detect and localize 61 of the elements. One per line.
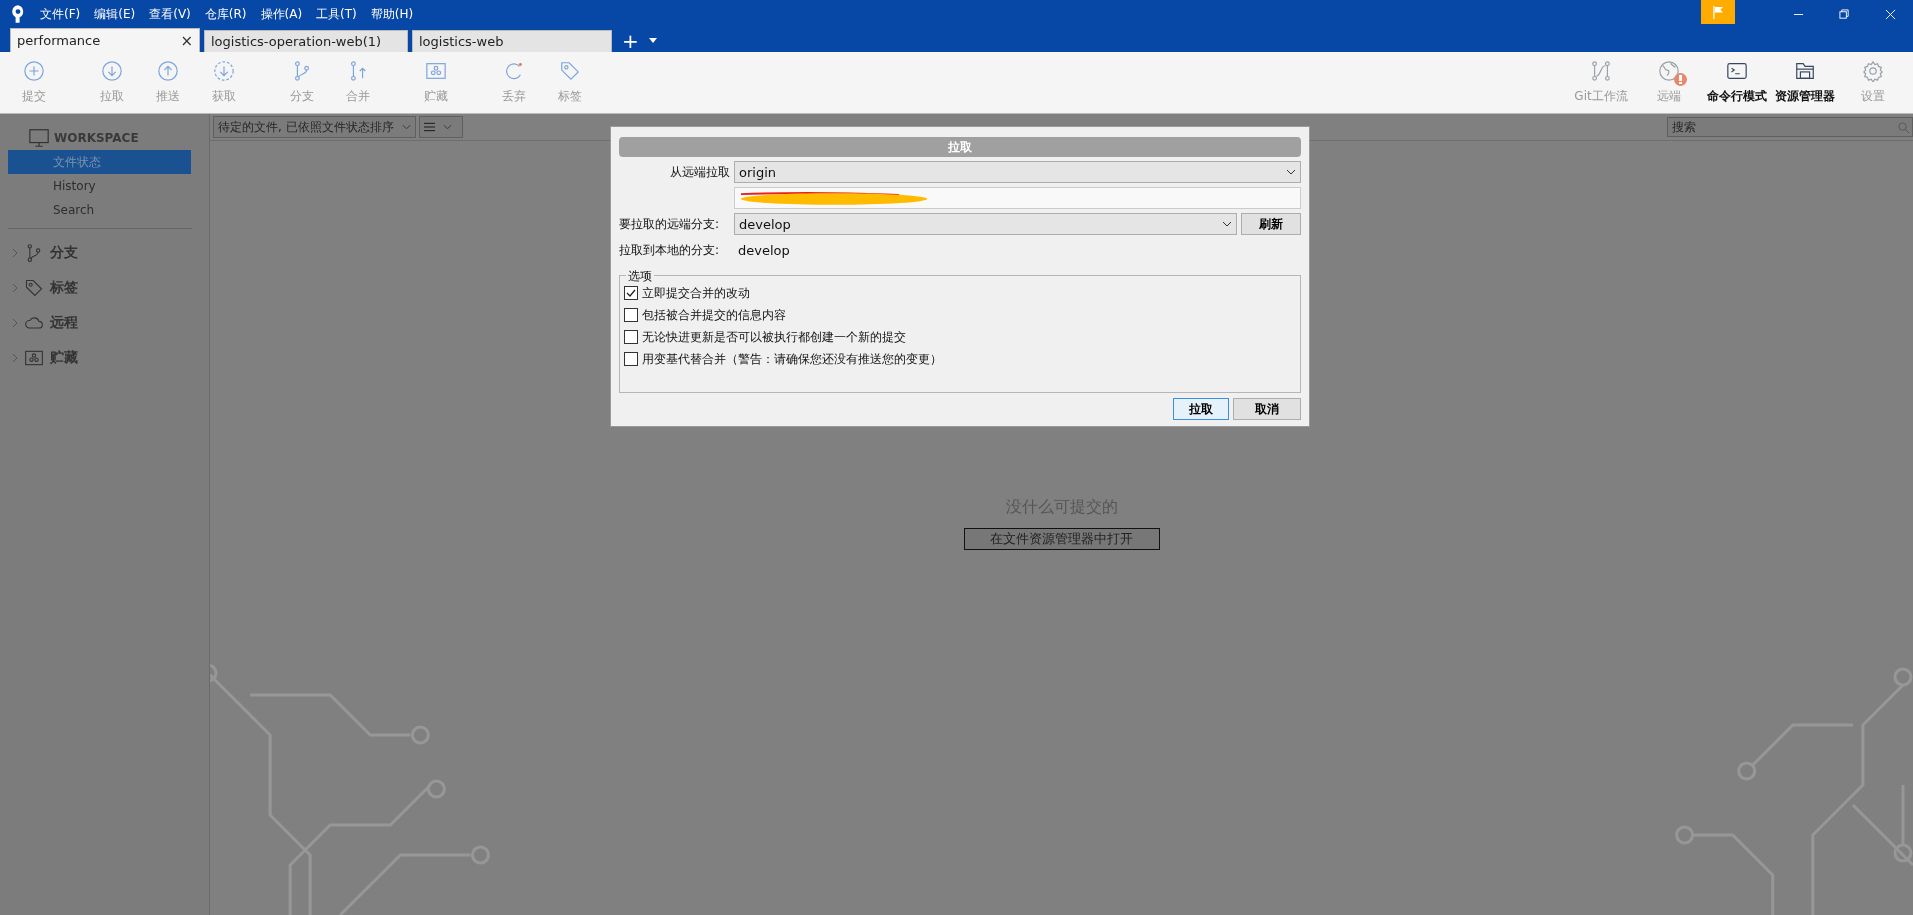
- flag-icon: [1712, 5, 1724, 19]
- restore-icon[interactable]: [1838, 8, 1850, 20]
- refresh-arrow-icon: [503, 60, 525, 82]
- close-icon[interactable]: [1884, 8, 1896, 20]
- add-tab-button[interactable]: +: [622, 30, 639, 52]
- refresh-button[interactable]: 刷新: [1241, 213, 1301, 235]
- checkbox-label[interactable]: 用变基代替合并（警告：请确保您还没有推送您的变更）: [642, 350, 942, 368]
- group-title: 选项: [626, 268, 654, 285]
- tab[interactable]: logistics-web: [412, 30, 612, 52]
- chevron-down-icon: [1222, 221, 1232, 227]
- settings-icon: [1862, 60, 1884, 82]
- local-branch-value: develop: [737, 242, 790, 258]
- dialog-button[interactable]: 取消: [1233, 398, 1301, 420]
- tag-icon: [24, 277, 44, 298]
- flow-icon: [1590, 60, 1612, 82]
- dialog-title: 拉取: [619, 137, 1301, 157]
- view-dropdown[interactable]: [418, 116, 463, 138]
- checkbox-label[interactable]: 无论快进更新是否可以被执行都创建一个新的提交: [642, 328, 906, 346]
- menu-item[interactable]: 查看(V): [149, 5, 191, 23]
- close-tab-button[interactable]: ×: [172, 31, 193, 50]
- open-in-explorer-button[interactable]: 在文件资源管理器中打开: [963, 528, 1160, 550]
- plus-circle-icon: [23, 60, 45, 82]
- menu-item[interactable]: 仓库(R): [204, 5, 247, 23]
- tab[interactable]: performance ×: [10, 28, 200, 52]
- search-icon: [1898, 122, 1909, 133]
- checkbox[interactable]: [624, 330, 638, 344]
- field-label: 从远端拉取: [669, 163, 731, 181]
- section-heading: WORKSPACE: [54, 131, 139, 145]
- menu-item[interactable]: 工具(T): [316, 5, 357, 23]
- url-field[interactable]: [734, 187, 1301, 209]
- field-label: 拉取到本地的分支:: [619, 241, 721, 259]
- remote-dropdown[interactable]: origin: [734, 161, 1301, 183]
- stash-icon: [425, 60, 447, 82]
- menu-item[interactable]: 文件(F): [40, 5, 81, 23]
- tag-icon: [559, 60, 581, 82]
- checkbox[interactable]: [624, 352, 638, 366]
- dropdown-caret-icon[interactable]: [648, 38, 657, 43]
- menu-item[interactable]: 编辑(E): [94, 5, 136, 23]
- checkbox[interactable]: [624, 286, 638, 300]
- toolbar-button[interactable]: 资源管理器: [1775, 88, 1835, 105]
- branch-dropdown[interactable]: develop: [734, 213, 1237, 235]
- checkbox[interactable]: [624, 308, 638, 322]
- dialog-button[interactable]: 拉取: [1173, 398, 1229, 420]
- sort-dropdown[interactable]: 待定的文件, 已依照文件状态排序: [213, 116, 416, 138]
- chevron-down-icon: [442, 124, 452, 130]
- folder-icon: [1794, 60, 1816, 82]
- chevron-down-icon: [1286, 169, 1296, 175]
- menu-item[interactable]: 操作(A): [260, 5, 303, 23]
- monitor-icon: [28, 127, 50, 149]
- chevron-down-icon: [401, 124, 411, 130]
- checkbox-label[interactable]: 包括被合并提交的信息内容: [642, 306, 786, 324]
- field-label: 要拉取的远端分支:: [619, 215, 721, 233]
- app-logo-icon: [10, 4, 26, 24]
- toolbar-button[interactable]: 命令行模式: [1707, 88, 1767, 105]
- tab[interactable]: logistics-operation-web(1): [204, 30, 408, 52]
- list-icon: [423, 122, 435, 132]
- terminal-icon: [1726, 60, 1748, 82]
- menu-item[interactable]: 帮助(H): [370, 5, 414, 23]
- globe-icon: [1658, 60, 1680, 82]
- search-field[interactable]: 搜索: [1667, 117, 1913, 137]
- checkbox-label[interactable]: 立即提交合并的改动: [642, 284, 750, 302]
